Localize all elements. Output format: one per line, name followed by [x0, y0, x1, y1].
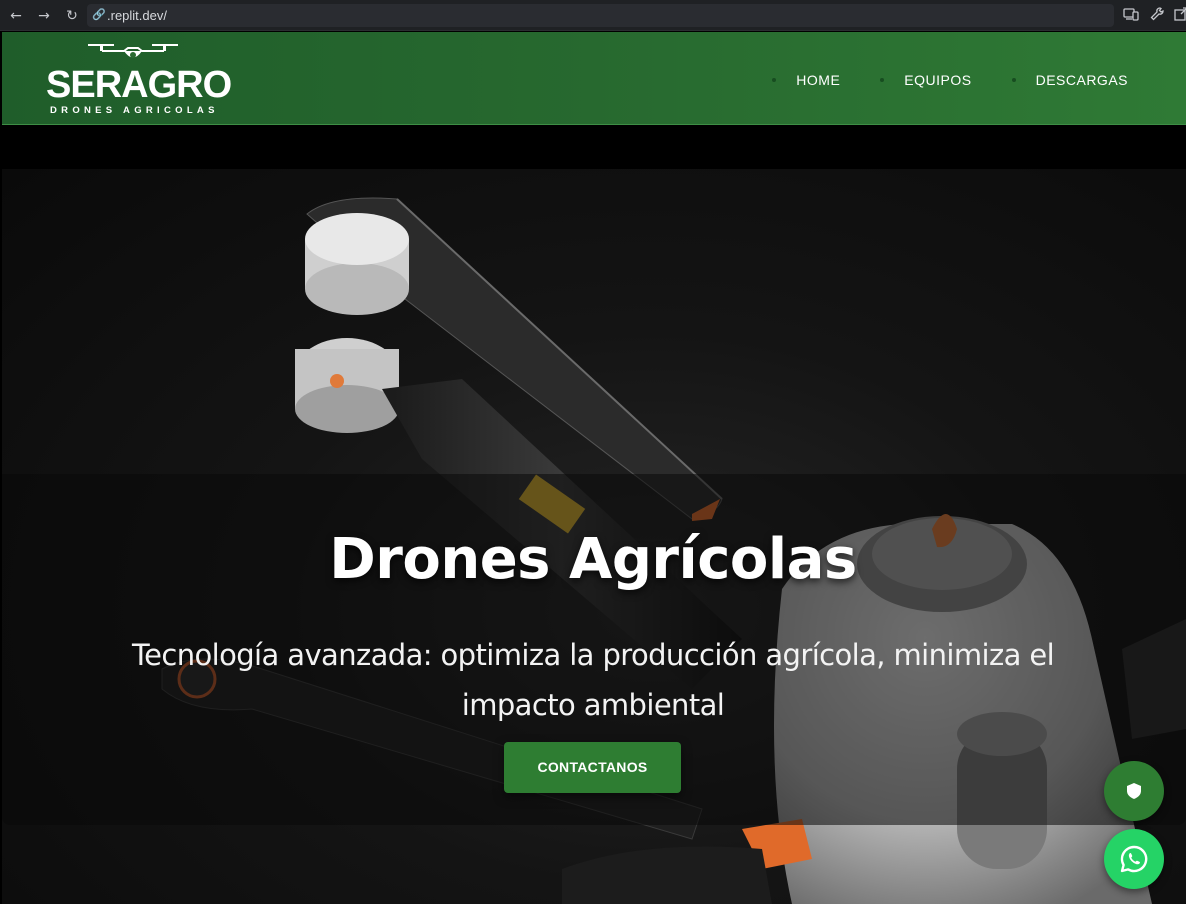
nav-link-home[interactable]: HOME — [796, 70, 840, 90]
hero-subtitle: Tecnología avanzada: optimiza la producc… — [131, 638, 1055, 722]
nav-item-home[interactable]: HOME — [772, 70, 840, 90]
logo-tagline: DRONES AGRICOLAS — [50, 105, 219, 116]
address-bar[interactable]: 🔗 .replit.dev/ — [87, 4, 1114, 27]
hero-title: Drones Agrícolas — [329, 527, 857, 592]
nav-link-equipos[interactable]: EQUIPOS — [904, 70, 971, 90]
forward-arrow-icon[interactable]: → — [34, 6, 54, 26]
nav-bullet — [880, 78, 885, 82]
url-text[interactable]: .replit.dev/ — [107, 7, 167, 24]
nav-item-equipos[interactable]: EQUIPOS — [880, 70, 971, 90]
open-external-icon[interactable] — [1172, 6, 1186, 24]
logo-wordmark: SERAGRO — [46, 64, 232, 106]
nav-item-descargas[interactable]: DESCARGAS — [1011, 70, 1128, 90]
nav-link-descargas[interactable]: DESCARGAS — [1036, 70, 1128, 90]
privacy-shield-button[interactable] — [1104, 761, 1164, 821]
devices-icon[interactable] — [1122, 6, 1140, 24]
main-navigation: HOME EQUIPOS DESCARGAS — [732, 70, 1128, 90]
page-viewport: SERAGRO DRONES AGRICOLAS HOME EQUIPOS DE… — [0, 32, 1186, 904]
nav-bullet — [772, 78, 777, 82]
nav-bullet — [1011, 78, 1016, 82]
wrench-icon[interactable] — [1148, 6, 1166, 24]
contact-button[interactable]: CONTACTANOS — [504, 742, 681, 793]
link-icon: 🔗 — [92, 8, 106, 21]
browser-toolbar: ← → ↻ 🔗 .replit.dev/ — [0, 0, 1186, 31]
whatsapp-icon — [1120, 845, 1148, 873]
reload-icon[interactable]: ↻ — [62, 6, 82, 26]
seragro-logo[interactable]: SERAGRO DRONES AGRICOLAS — [46, 42, 232, 116]
shield-icon — [1127, 783, 1141, 799]
header-spacer — [2, 126, 1186, 169]
site-header: SERAGRO DRONES AGRICOLAS HOME EQUIPOS DE… — [2, 32, 1186, 125]
whatsapp-button[interactable] — [1104, 829, 1164, 889]
back-arrow-icon[interactable]: ← — [6, 6, 26, 26]
drone-logo-icon — [88, 44, 178, 58]
